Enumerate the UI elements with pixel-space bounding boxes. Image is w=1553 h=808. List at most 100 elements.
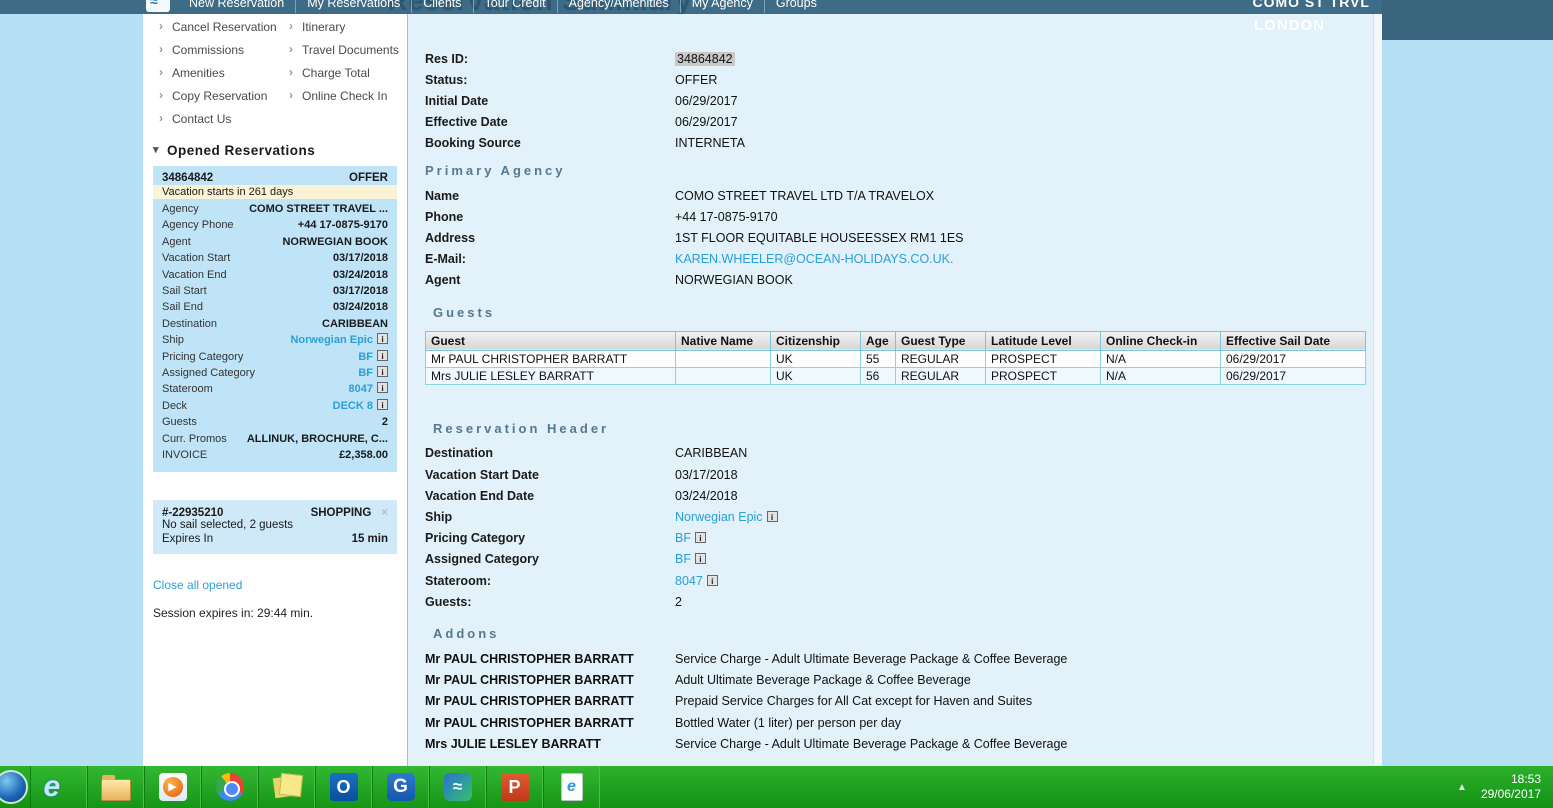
sidebar-item-itinerary[interactable]: Itinerary — [289, 19, 407, 34]
field-rh-guests: Guests: 2 — [425, 594, 682, 609]
guest-name-link[interactable]: Mr PAUL CHRISTOPHER BARRATT — [425, 349, 676, 368]
sidebar: Cancel Reservation Itinerary Commissions… — [143, 14, 408, 766]
taskbar-internet-explorer-button[interactable] — [30, 766, 87, 808]
col-latitude-level[interactable]: Latitude Level — [985, 330, 1101, 351]
field-rh-stateroom: Stateroom: 8047 — [425, 570, 1373, 591]
outlook-icon — [329, 773, 358, 801]
info-icon[interactable] — [377, 398, 388, 410]
shopping-cart-card[interactable]: #-22935210 SHOPPING No sail selected, 2 … — [153, 499, 397, 554]
section-title-primary-agency: Primary Agency — [425, 162, 566, 178]
taskbar-chrome-button[interactable] — [201, 766, 258, 808]
assigned-category-link[interactable]: BF — [675, 552, 691, 566]
sidebar-item-commissions[interactable]: Commissions — [159, 42, 289, 57]
nav-tour-credit[interactable]: Tour Credit — [474, 0, 558, 13]
stateroom-link[interactable]: 8047 — [675, 574, 703, 588]
desktop: Reservation Summary New Reservation My R… — [0, 0, 1553, 808]
info-icon[interactable] — [694, 553, 706, 565]
start-button[interactable] — [0, 770, 28, 804]
shopping-status-badge: SHOPPING — [310, 506, 372, 519]
stateroom-link[interactable]: 8047 — [349, 383, 373, 395]
card-row-vacation-end: Vacation End 03/24/2018 — [162, 268, 388, 281]
col-native-name[interactable]: Native Name — [675, 330, 771, 351]
background-window-band — [1382, 0, 1553, 40]
nav-my-agency[interactable]: My Agency — [681, 0, 765, 13]
nav-clients[interactable]: Clients — [412, 0, 474, 13]
nav-new-reservation[interactable]: New Reservation — [178, 0, 297, 13]
taskbar-file-explorer-button[interactable] — [87, 766, 144, 808]
media-player-icon — [158, 773, 187, 801]
col-guest[interactable]: Guest — [425, 330, 676, 351]
taskbar-swoosh-app-button[interactable] — [429, 766, 486, 808]
info-icon[interactable] — [377, 333, 388, 345]
sidebar-item-charge-total[interactable]: Charge Total — [289, 65, 407, 80]
guest-row: Mrs JULIE LESLEY BARRATT UK 56 REGULAR P… — [425, 366, 1366, 385]
col-online-check-in[interactable]: Online Check-in — [1100, 330, 1221, 351]
taskbar-clock[interactable]: 18:53 29/06/2017 — [1481, 772, 1541, 802]
sidebar-item-amenities[interactable]: Amenities — [159, 65, 289, 80]
sticky-notes-icon — [274, 774, 300, 800]
ie-document-icon — [560, 773, 583, 801]
addon-row: Mr PAUL CHRISTOPHER BARRATT Prepaid Serv… — [425, 694, 1033, 709]
internet-explorer-icon — [44, 772, 74, 802]
col-effective-sail-date[interactable]: Effective Sail Date — [1220, 330, 1366, 351]
ship-link[interactable]: Norwegian Epic — [290, 334, 373, 346]
tray-show-hidden-icons[interactable] — [1457, 782, 1467, 793]
pricing-category-link[interactable]: BF — [358, 351, 373, 363]
res-id-value: 34864842 — [675, 51, 735, 66]
sidebar-item-travel-documents[interactable]: Travel Documents — [289, 42, 407, 57]
card-row-deck: Deck DECK 8 — [162, 398, 388, 414]
guests-table: Guest Native Name Citizenship Age Guest … — [425, 330, 1366, 385]
card-row-assigned-category: Assigned Category BF — [162, 365, 388, 381]
guests-table-header-row: Guest Native Name Citizenship Age Guest … — [425, 330, 1366, 351]
nav-agency-amenities[interactable]: Agency/Amenities — [558, 0, 681, 13]
main-content: LONDON Res ID: 34864842 Status: OFFER In… — [408, 14, 1373, 766]
taskbar-media-player-button[interactable] — [144, 766, 201, 808]
taskbar-g-app-button[interactable] — [372, 766, 429, 808]
addon-row: Mr PAUL CHRISTOPHER BARRATT Adult Ultima… — [425, 673, 971, 688]
deck-link[interactable]: DECK 8 — [333, 400, 373, 412]
info-icon[interactable] — [377, 366, 388, 378]
field-booking-source: Booking Source INTERNETA — [425, 136, 745, 151]
section-title-addons: Addons — [433, 626, 500, 642]
info-icon[interactable] — [694, 532, 706, 544]
col-guest-type[interactable]: Guest Type — [895, 330, 986, 351]
section-title-reservation-header: Reservation Header — [433, 420, 610, 436]
shopping-id: #-22935210 — [162, 506, 224, 519]
guest-name-link[interactable]: Mrs JULIE LESLEY BARRATT — [425, 366, 676, 385]
info-icon[interactable] — [377, 349, 388, 361]
nav-groups[interactable]: Groups — [765, 0, 828, 13]
agency-name-label: COMO ST TRVL — [1252, 0, 1370, 10]
info-icon[interactable] — [377, 382, 388, 394]
sidebar-item-cancel-reservation[interactable]: Cancel Reservation — [159, 19, 289, 34]
col-citizenship[interactable]: Citizenship — [770, 330, 861, 351]
taskbar-ie-document-button[interactable] — [543, 766, 600, 808]
powerpoint-icon — [500, 773, 529, 801]
taskbar-outlook-button[interactable] — [315, 766, 372, 808]
col-age[interactable]: Age — [860, 330, 896, 351]
vacation-countdown-notice: Vacation starts in 261 days — [153, 185, 397, 199]
sidebar-item-contact-us[interactable]: Contact Us — [159, 111, 289, 126]
card-row-invoice: INVOICE £2,358.00 — [162, 449, 388, 462]
agency-email-link[interactable]: KAREN.WHEELER@OCEAN-HOLIDAYS.CO.UK. — [675, 252, 953, 266]
clock-date: 29/06/2017 — [1480, 787, 1541, 801]
assigned-category-link[interactable]: BF — [358, 367, 373, 379]
clock-time: 18:53 — [1510, 772, 1541, 786]
opened-reservation-card[interactable]: 34864842 OFFER Vacation starts in 261 da… — [153, 166, 397, 472]
field-rh-destination: Destination CARIBBEAN — [425, 446, 748, 461]
taskbar-powerpoint-button[interactable] — [486, 766, 543, 808]
sidebar-item-online-check-in[interactable]: Online Check In — [289, 88, 407, 103]
info-icon[interactable] — [766, 511, 778, 523]
nav-my-reservations[interactable]: My Reservations — [296, 0, 413, 13]
browser-scrollbar[interactable] — [1373, 14, 1382, 766]
field-agency-phone: Phone +44 17-0875-9170 — [425, 209, 778, 224]
ship-link[interactable]: Norwegian Epic — [675, 510, 763, 524]
info-icon[interactable] — [706, 574, 718, 586]
sidebar-item-copy-reservation[interactable]: Copy Reservation — [159, 88, 289, 103]
close-all-opened-link[interactable]: Close all opened — [153, 578, 407, 592]
taskbar-sticky-notes-button[interactable] — [258, 766, 315, 808]
expires-value: 15 min — [351, 532, 388, 545]
card-row-ship: Ship Norwegian Epic — [162, 332, 388, 348]
close-icon[interactable] — [381, 507, 388, 519]
opened-reservations-header[interactable]: Opened Reservations — [153, 143, 407, 158]
pricing-category-link[interactable]: BF — [675, 531, 691, 545]
